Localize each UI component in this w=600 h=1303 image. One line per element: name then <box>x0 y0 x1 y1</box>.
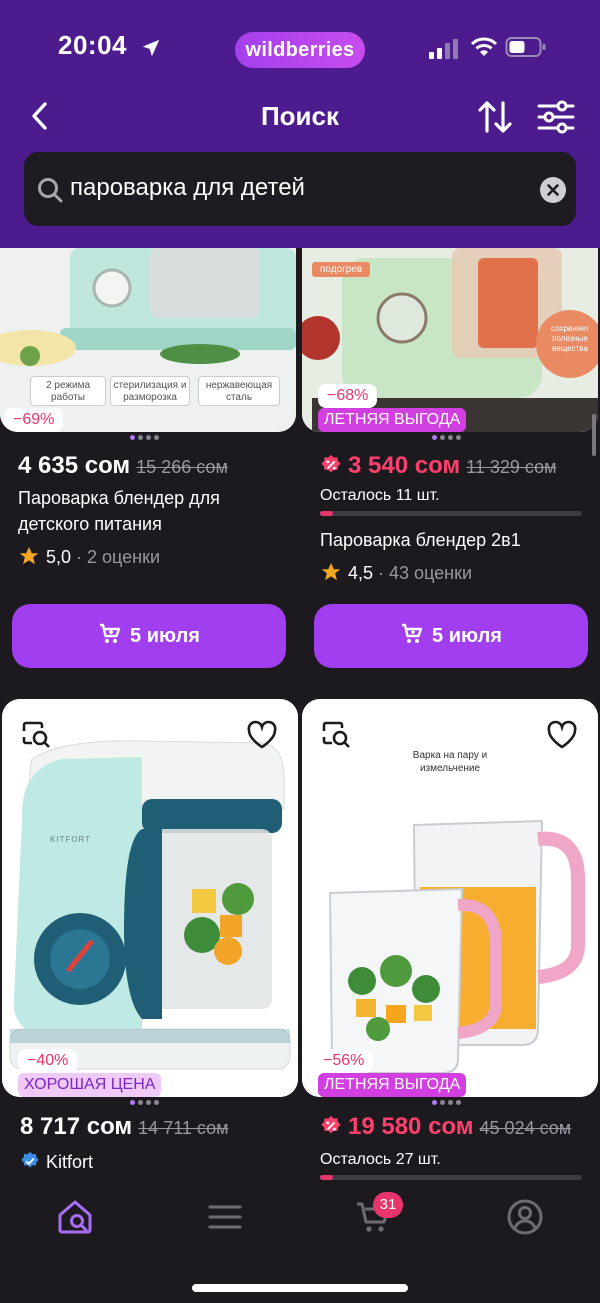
cart-count-badge: 31 <box>373 1192 403 1218</box>
stock-remaining: Осталось 11 шт. <box>320 487 440 504</box>
status-time: 20:04 <box>58 30 127 60</box>
brand-logo-on-image: KITFORT <box>50 835 92 844</box>
discount-badge: −56% <box>314 1049 374 1073</box>
stock-progress-fill <box>320 511 334 516</box>
sale-percent-icon <box>321 1115 341 1134</box>
stock-progress-bar <box>320 511 582 516</box>
stock-progress-fill <box>320 1175 334 1180</box>
scroll-indicator[interactable] <box>592 414 596 456</box>
image-pager-dots <box>130 435 190 441</box>
feature-label-1: 2 режима работы <box>30 376 106 406</box>
discount-badge: −40% <box>18 1049 78 1073</box>
home-indicator[interactable] <box>192 1284 408 1292</box>
cart-icon <box>100 623 121 643</box>
search-bar[interactable] <box>24 152 576 226</box>
similar-search-icon[interactable] <box>320 719 352 751</box>
home-search-icon[interactable] <box>56 1198 94 1236</box>
review-count: 43 оценки <box>389 563 473 583</box>
kitfort-steamer-image <box>2 699 298 1097</box>
old-price: 14 711 сом <box>138 1118 229 1138</box>
brand-name[interactable]: Kitfort <box>20 1151 93 1173</box>
price-row: 19 580 сом 45 024 сом <box>320 1113 598 1147</box>
clear-search-icon[interactable] <box>540 177 566 203</box>
image-caption: Варка на пару и измельчение <box>412 750 488 774</box>
search-input[interactable] <box>70 174 510 202</box>
promo-badge: ЛЕТНЯЯ ВЫГОДА <box>318 408 467 432</box>
image-label-heating: подогрев <box>312 262 371 277</box>
feature-label-3: нержавеющая сталь <box>198 376 280 406</box>
rating: 5,0 · 2 оценки <box>18 545 160 568</box>
cellular-signal-icon <box>429 39 458 59</box>
cart-icon <box>402 623 423 643</box>
heart-favorite-icon[interactable] <box>246 719 278 751</box>
product-name[interactable]: Пароварка блендер 2в1 <box>320 527 586 553</box>
header: 20:04 wildberries Поиск <box>0 0 600 248</box>
delivery-date: 5 июля <box>130 625 200 647</box>
product-image-1[interactable]: 2 режима работы стерилизация и разморозк… <box>0 248 296 432</box>
wildberries-logo: wildberries <box>235 32 365 68</box>
rating: 4,5 · 43 оценки <box>320 561 472 584</box>
catalog-menu-icon[interactable] <box>206 1198 244 1236</box>
stock-remaining: Осталось 27 шт. <box>320 1151 441 1168</box>
search-icon <box>38 178 63 203</box>
sale-percent-icon <box>321 454 341 473</box>
price: 8 717 сом <box>20 1113 133 1140</box>
product-image-4[interactable]: Варка на пару и измельчение −56% ЛЕТНЯЯ … <box>302 699 598 1097</box>
brand-label: Kitfort <box>46 1152 94 1172</box>
price-row: 3 540 сом 11 329 сом <box>320 452 556 486</box>
star-icon <box>19 546 39 565</box>
screen: 2 режима работы стерилизация и разморозк… <box>0 0 600 1303</box>
price: 3 540 сом <box>348 452 461 479</box>
add-to-cart-button[interactable]: 5 июля <box>314 604 588 668</box>
similar-search-icon[interactable] <box>20 719 52 751</box>
profile-icon[interactable] <box>506 1198 544 1236</box>
old-price: 11 329 сом <box>466 457 557 477</box>
feature-label-2: стерилизация и разморозка <box>110 376 190 406</box>
discount-badge: −68% <box>318 384 378 408</box>
image-label-nutrients: сохраняет полезные вещества <box>551 324 589 353</box>
location-arrow-icon <box>142 39 160 57</box>
price-row: 8 717 сом 14 711 сом <box>20 1113 228 1147</box>
discount-badge: −69% <box>4 408 64 432</box>
image-pager-dots <box>432 1100 492 1106</box>
old-price: 45 024 сом <box>479 1118 572 1138</box>
heart-favorite-icon[interactable] <box>546 719 578 751</box>
rating-value: 4,5 <box>348 563 374 583</box>
product-image-3[interactable]: KITFORT −40% ХОРОШАЯ ЦЕНА <box>2 699 298 1097</box>
product-name[interactable]: Пароварка блендер для детского питания <box>18 485 284 537</box>
battery-icon <box>505 37 546 57</box>
bottom-tab-bar: 31 <box>0 1182 600 1303</box>
promo-badge: ЛЕТНЯЯ ВЫГОДА <box>318 1073 467 1097</box>
price-row: 4 635 сом 15 266 сом <box>18 452 228 486</box>
delivery-date: 5 июля <box>432 625 502 647</box>
product-image-2[interactable]: подогрев сохраняет полезные вещества −68… <box>302 248 598 432</box>
image-pager-dots <box>432 435 492 441</box>
rating-value: 5,0 <box>46 547 72 567</box>
filter-sliders-icon[interactable] <box>536 98 576 136</box>
review-count: 2 оценки <box>87 547 161 567</box>
price: 19 580 сом <box>348 1113 474 1140</box>
star-icon <box>321 562 341 581</box>
image-pager-dots <box>130 1100 190 1106</box>
stock-progress-bar <box>320 1175 582 1180</box>
price: 4 635 сом <box>18 452 131 479</box>
wifi-icon <box>470 37 498 56</box>
add-to-cart-button[interactable]: 5 июля <box>12 604 286 668</box>
promo-badge: ХОРОШАЯ ЦЕНА <box>18 1073 162 1097</box>
sort-icon[interactable] <box>476 98 514 136</box>
old-price: 15 266 сом <box>136 457 228 477</box>
verified-icon <box>21 1151 39 1168</box>
